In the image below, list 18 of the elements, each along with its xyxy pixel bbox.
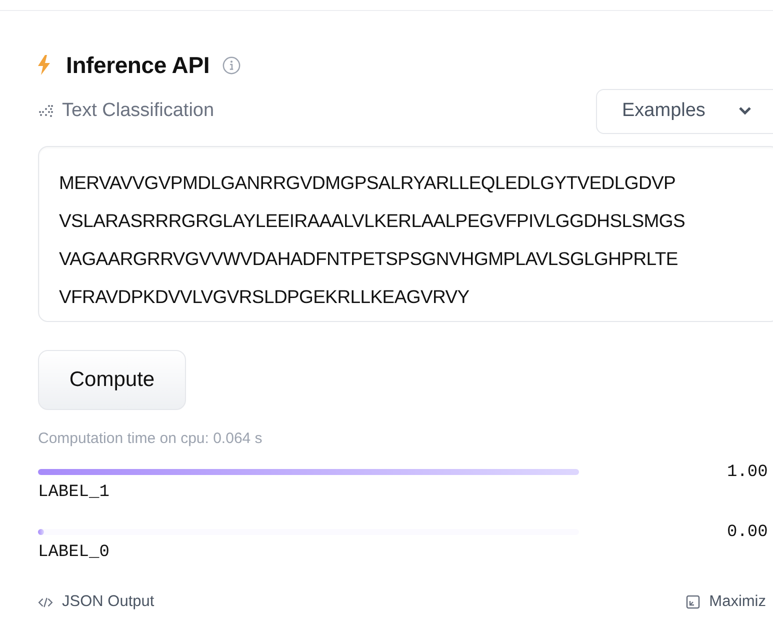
computation-time: Computation time on cpu: 0.064 s — [38, 430, 264, 447]
result-label: LABEL_1 — [38, 483, 110, 502]
chevron-icon — [738, 106, 752, 116]
compute-button[interactable]: Compute — [38, 350, 186, 410]
result-score: 1.00 — [727, 463, 769, 482]
result-label: LABEL_0 — [38, 543, 110, 562]
json-output-link[interactable]: JSON Output — [62, 593, 154, 611]
result-score: 0.00 — [727, 523, 769, 542]
input-field[interactable]: MERVAVVGVPMDLGANRRGVDMGPSALRYARLLEQLEDLGYTVEDLGDVP VSLARASRRRGRGLAYLEEIRAAALVLKERLAALPEGVFPIVLGGDHSLSMGS VAGAARGRRVGVVWVDAHADFNTPETSPSGNVHGMPLAVLSGLGHPRLTE VFRAVDPKDVVLVGVRSLDPGEKRLLKEAGVRVY — [38, 146, 773, 322]
widget-title: Inference API — [66, 52, 210, 78]
task-label: Text Classification — [62, 100, 214, 122]
lightning-icon — [38, 55, 50, 75]
examples-dropdown[interactable]: Examples — [596, 88, 773, 134]
info-icon[interactable] — [222, 56, 241, 74]
maximize-link[interactable]: Maximiz — [709, 593, 766, 611]
maximize-icon — [686, 595, 700, 609]
dotted-icon — [38, 104, 54, 118]
code-icon — [38, 596, 53, 608]
